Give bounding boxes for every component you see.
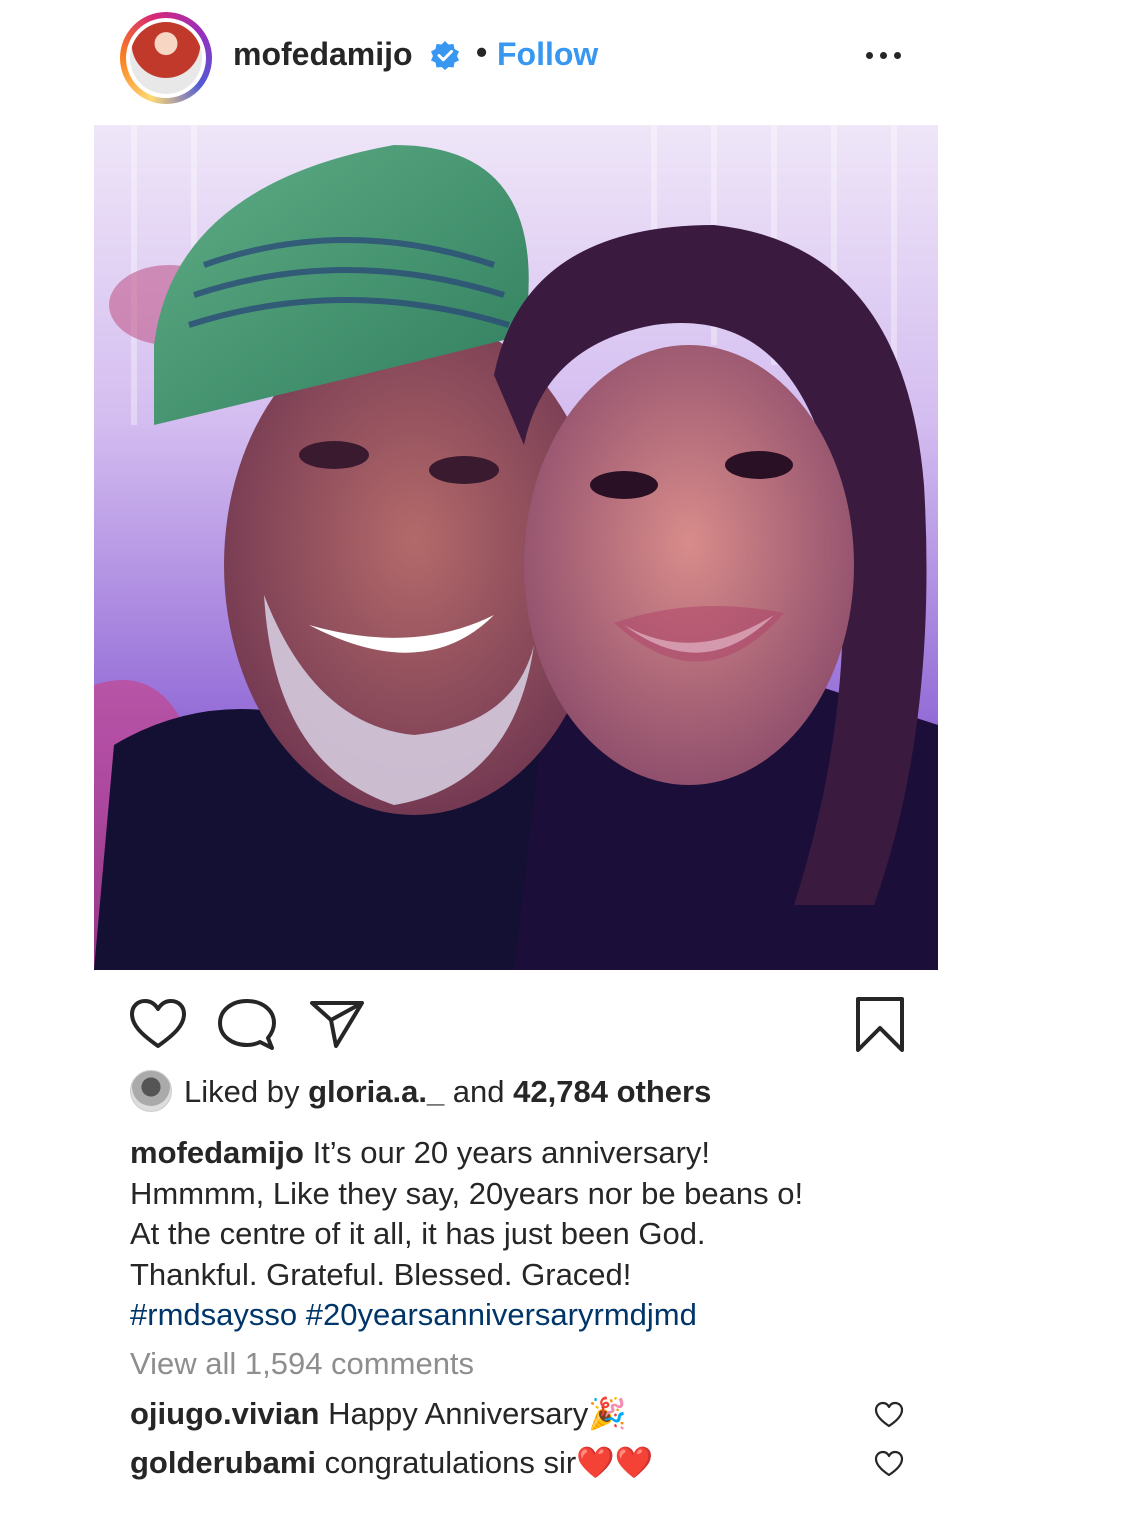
comment-item: golderubami congratulations sir❤️❤️: [130, 1444, 653, 1481]
avatar-image: [130, 22, 202, 94]
profile-avatar[interactable]: [120, 12, 212, 104]
comment-username[interactable]: golderubami: [130, 1445, 316, 1480]
comment-text: Happy Anniversary🎉: [319, 1396, 627, 1431]
share-icon[interactable]: [309, 998, 365, 1050]
comment-username[interactable]: ojiugo.vivian: [130, 1396, 319, 1431]
comment-like-heart-icon[interactable]: [874, 1401, 904, 1429]
action-bar: [0, 990, 1125, 1060]
caption-hashtags: #rmdsaysso #20yearsanniversaryrmdjmd: [130, 1295, 1010, 1336]
caption-text-1: It’s our 20 years anniversary!: [303, 1135, 711, 1170]
more-options-icon[interactable]: [862, 44, 906, 68]
view-all-comments-link[interactable]: View all 1,594 comments: [130, 1346, 474, 1382]
post-header: mofedamijo • Follow: [0, 0, 1125, 115]
likes-count[interactable]: 42,784 others: [513, 1074, 711, 1109]
caption-text-4: Thankful. Grateful. Blessed. Graced!: [130, 1256, 632, 1292]
comment-like-heart-icon[interactable]: [874, 1450, 904, 1478]
save-bookmark-icon[interactable]: [854, 996, 906, 1054]
likes-middle: and: [444, 1074, 514, 1109]
follow-button[interactable]: Follow: [497, 36, 598, 73]
avatar-frame: [126, 18, 206, 98]
verified-badge-icon: [431, 41, 459, 70]
liker-avatar: [130, 1070, 172, 1112]
hashtag-link[interactable]: #20yearsanniversaryrmdjmd: [306, 1297, 697, 1332]
post-caption: mofedamijo It’s our 20 years anniversary…: [130, 1133, 1010, 1336]
comment-text: congratulations sir❤️❤️: [316, 1445, 654, 1480]
like-heart-icon[interactable]: [129, 998, 187, 1050]
post-photo[interactable]: [94, 125, 938, 970]
separator-dot: •: [476, 34, 488, 70]
caption-line-1: mofedamijo It’s our 20 years anniversary…: [130, 1133, 1010, 1174]
liker-username[interactable]: gloria.a._: [308, 1074, 444, 1109]
likes-prefix: Liked by: [184, 1074, 309, 1109]
caption-username[interactable]: mofedamijo: [130, 1135, 304, 1170]
caption-text-2: Hmmmm, Like they say, 20years nor be bea…: [130, 1175, 804, 1211]
hashtag-link[interactable]: #rmdsaysso: [130, 1297, 297, 1332]
photo-illustration: [94, 125, 938, 970]
likes-text: Liked by gloria.a._ and 42,784 others: [184, 1074, 711, 1110]
comment-icon[interactable]: [218, 998, 276, 1052]
comment-item: ojiugo.vivian Happy Anniversary🎉: [130, 1395, 627, 1432]
likes-summary[interactable]: Liked by gloria.a._ and 42,784 others: [130, 1070, 930, 1114]
caption-text-3: At the centre of it all, it has just bee…: [130, 1216, 706, 1251]
post-username[interactable]: mofedamijo: [233, 36, 413, 73]
